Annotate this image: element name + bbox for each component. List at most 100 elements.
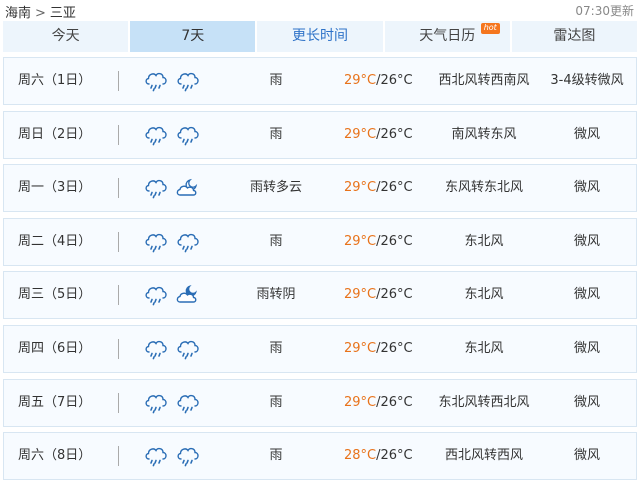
row-divider <box>118 392 119 413</box>
high-temp: 29°C <box>344 73 377 88</box>
temperature: 29°C/26°C <box>344 112 424 158</box>
breadcrumb-city-link[interactable]: 三亚 <box>50 6 76 21</box>
breadcrumb-province-link[interactable]: 海南 <box>5 6 31 21</box>
wind-direction: 西北风转西风 <box>444 448 523 464</box>
rain-cloud-icon <box>143 442 169 470</box>
low-temp: 26°C <box>380 180 413 196</box>
wind-level: 微风 <box>573 287 600 303</box>
rain-cloud-icon <box>175 389 201 417</box>
rain-cloud-icon <box>143 335 169 363</box>
forecast-list: 周六（1日） 雨 29°C/26°C 西北风转西南风 3-4级转微风周日（2日） 雨 29°… <box>3 57 637 483</box>
forecast-row[interactable]: 周二（4日） 雨 29°C/26°C 东北风 微风 <box>3 217 637 266</box>
wind-direction: 东北风 <box>464 233 504 249</box>
high-temp: 29°C <box>344 180 377 196</box>
rain-cloud-icon <box>143 121 169 149</box>
wind-level: 微风 <box>573 180 600 196</box>
weather-condition: 雨转多云 <box>249 180 302 196</box>
low-temp: 26°C <box>380 73 413 88</box>
wind-direction: 东北风转西北风 <box>438 394 530 410</box>
rain-cloud-icon <box>175 442 201 470</box>
forecast-tabs: 今天 7天 更长时间 天气日历 hot 雷达图 <box>3 21 638 52</box>
high-temp: 29°C <box>344 394 377 410</box>
forecast-row[interactable]: 周日（2日） 雨 29°C/26°C 南风转东风 微风 <box>3 110 637 159</box>
weather-condition: 雨 <box>269 233 283 249</box>
wind-level: 微风 <box>573 126 600 142</box>
row-divider <box>118 338 119 359</box>
temperature: 29°C/26°C <box>344 380 424 426</box>
forecast-day: 周日（2日） <box>18 126 92 142</box>
forecast-day: 周一（3日） <box>18 180 92 196</box>
forecast-row[interactable]: 周一（3日） 雨转多云 29°C/26°C 东风转东北风 微风 <box>3 164 637 213</box>
overcast-moon-icon <box>175 281 201 309</box>
top-bar: 海南 > 三亚 07:30更新 <box>0 0 640 21</box>
weather-condition: 雨 <box>269 126 283 142</box>
tab-weather-calendar[interactable]: 天气日历 hot <box>384 21 512 52</box>
breadcrumb: 海南 > 三亚 <box>5 2 76 21</box>
partly-cloudy-moon-icon <box>175 174 201 202</box>
temperature: 29°C/26°C <box>344 219 424 265</box>
weather-icons <box>143 174 201 202</box>
wind-level: 微风 <box>573 448 600 464</box>
rain-cloud-icon <box>143 67 169 95</box>
rain-cloud-icon <box>175 67 201 95</box>
low-temp: 26°C <box>380 287 413 303</box>
row-divider <box>118 178 119 199</box>
weather-icons <box>143 228 201 256</box>
low-temp: 26°C <box>380 126 413 142</box>
forecast-row[interactable]: 周五（7日） 雨 29°C/26°C 东北风转西北风 微风 <box>3 378 637 427</box>
rain-cloud-icon <box>175 121 201 149</box>
forecast-day: 周三（5日） <box>18 287 92 303</box>
temperature: 29°C/26°C <box>344 58 424 104</box>
wind-level: 微风 <box>573 233 600 249</box>
tab-longer-range[interactable]: 更长时间 <box>257 21 385 52</box>
tab-today[interactable]: 今天 <box>3 21 131 52</box>
row-divider <box>118 446 119 467</box>
weather-icons <box>143 121 201 149</box>
wind-level: 微风 <box>573 394 600 410</box>
weather-condition: 雨 <box>269 394 283 410</box>
high-temp: 29°C <box>344 233 377 249</box>
wind-direction: 东北风 <box>464 287 504 303</box>
update-time: 07:30更新 <box>575 4 634 18</box>
row-divider <box>118 285 119 306</box>
forecast-row[interactable]: 周三（5日） 雨转阴 29°C/26°C 东北风 微风 <box>3 271 637 320</box>
hot-badge: hot <box>480 23 500 34</box>
rain-cloud-icon <box>175 228 201 256</box>
temperature: 28°C/26°C <box>344 433 424 479</box>
weather-icons <box>143 335 201 363</box>
rain-cloud-icon <box>143 281 169 309</box>
forecast-day: 周六（1日） <box>18 73 92 88</box>
temperature: 29°C/26°C <box>344 272 424 318</box>
temperature: 29°C/26°C <box>344 165 424 211</box>
forecast-row[interactable]: 周六（1日） 雨 29°C/26°C 西北风转西南风 3-4级转微风 <box>3 57 637 105</box>
weather-icons <box>143 389 201 417</box>
breadcrumb-separator: > <box>35 6 46 21</box>
row-divider <box>118 71 119 91</box>
weather-icons <box>143 67 201 95</box>
high-temp: 29°C <box>344 126 377 142</box>
rain-cloud-icon <box>175 335 201 363</box>
wind-level: 3-4级转微风 <box>550 73 624 88</box>
low-temp: 26°C <box>380 448 413 464</box>
row-divider <box>118 124 119 145</box>
tab-radar[interactable]: 雷达图 <box>511 21 638 52</box>
row-divider <box>118 231 119 252</box>
weather-condition: 雨 <box>269 340 283 356</box>
forecast-day: 周六（8日） <box>18 448 92 464</box>
high-temp: 29°C <box>344 287 377 303</box>
forecast-day: 周四（6日） <box>18 340 92 356</box>
weather-condition: 雨转阴 <box>256 287 296 303</box>
weather-condition: 雨 <box>269 448 283 464</box>
wind-direction: 东北风 <box>464 340 504 356</box>
weather-icons <box>143 442 201 470</box>
forecast-row[interactable]: 周六（8日） 雨 28°C/26°C 西北风转西风 微风 <box>3 432 637 481</box>
forecast-day: 周二（4日） <box>18 233 92 249</box>
tab-7-days[interactable]: 7天 <box>130 21 258 52</box>
rain-cloud-icon <box>143 389 169 417</box>
wind-direction: 西北风转西南风 <box>438 73 530 88</box>
forecast-row[interactable]: 周四（6日） 雨 29°C/26°C 东北风 微风 <box>3 324 637 373</box>
weather-icons <box>143 281 201 309</box>
rain-cloud-icon <box>143 228 169 256</box>
wind-direction: 东风转东北风 <box>444 180 523 196</box>
high-temp: 29°C <box>344 340 377 356</box>
